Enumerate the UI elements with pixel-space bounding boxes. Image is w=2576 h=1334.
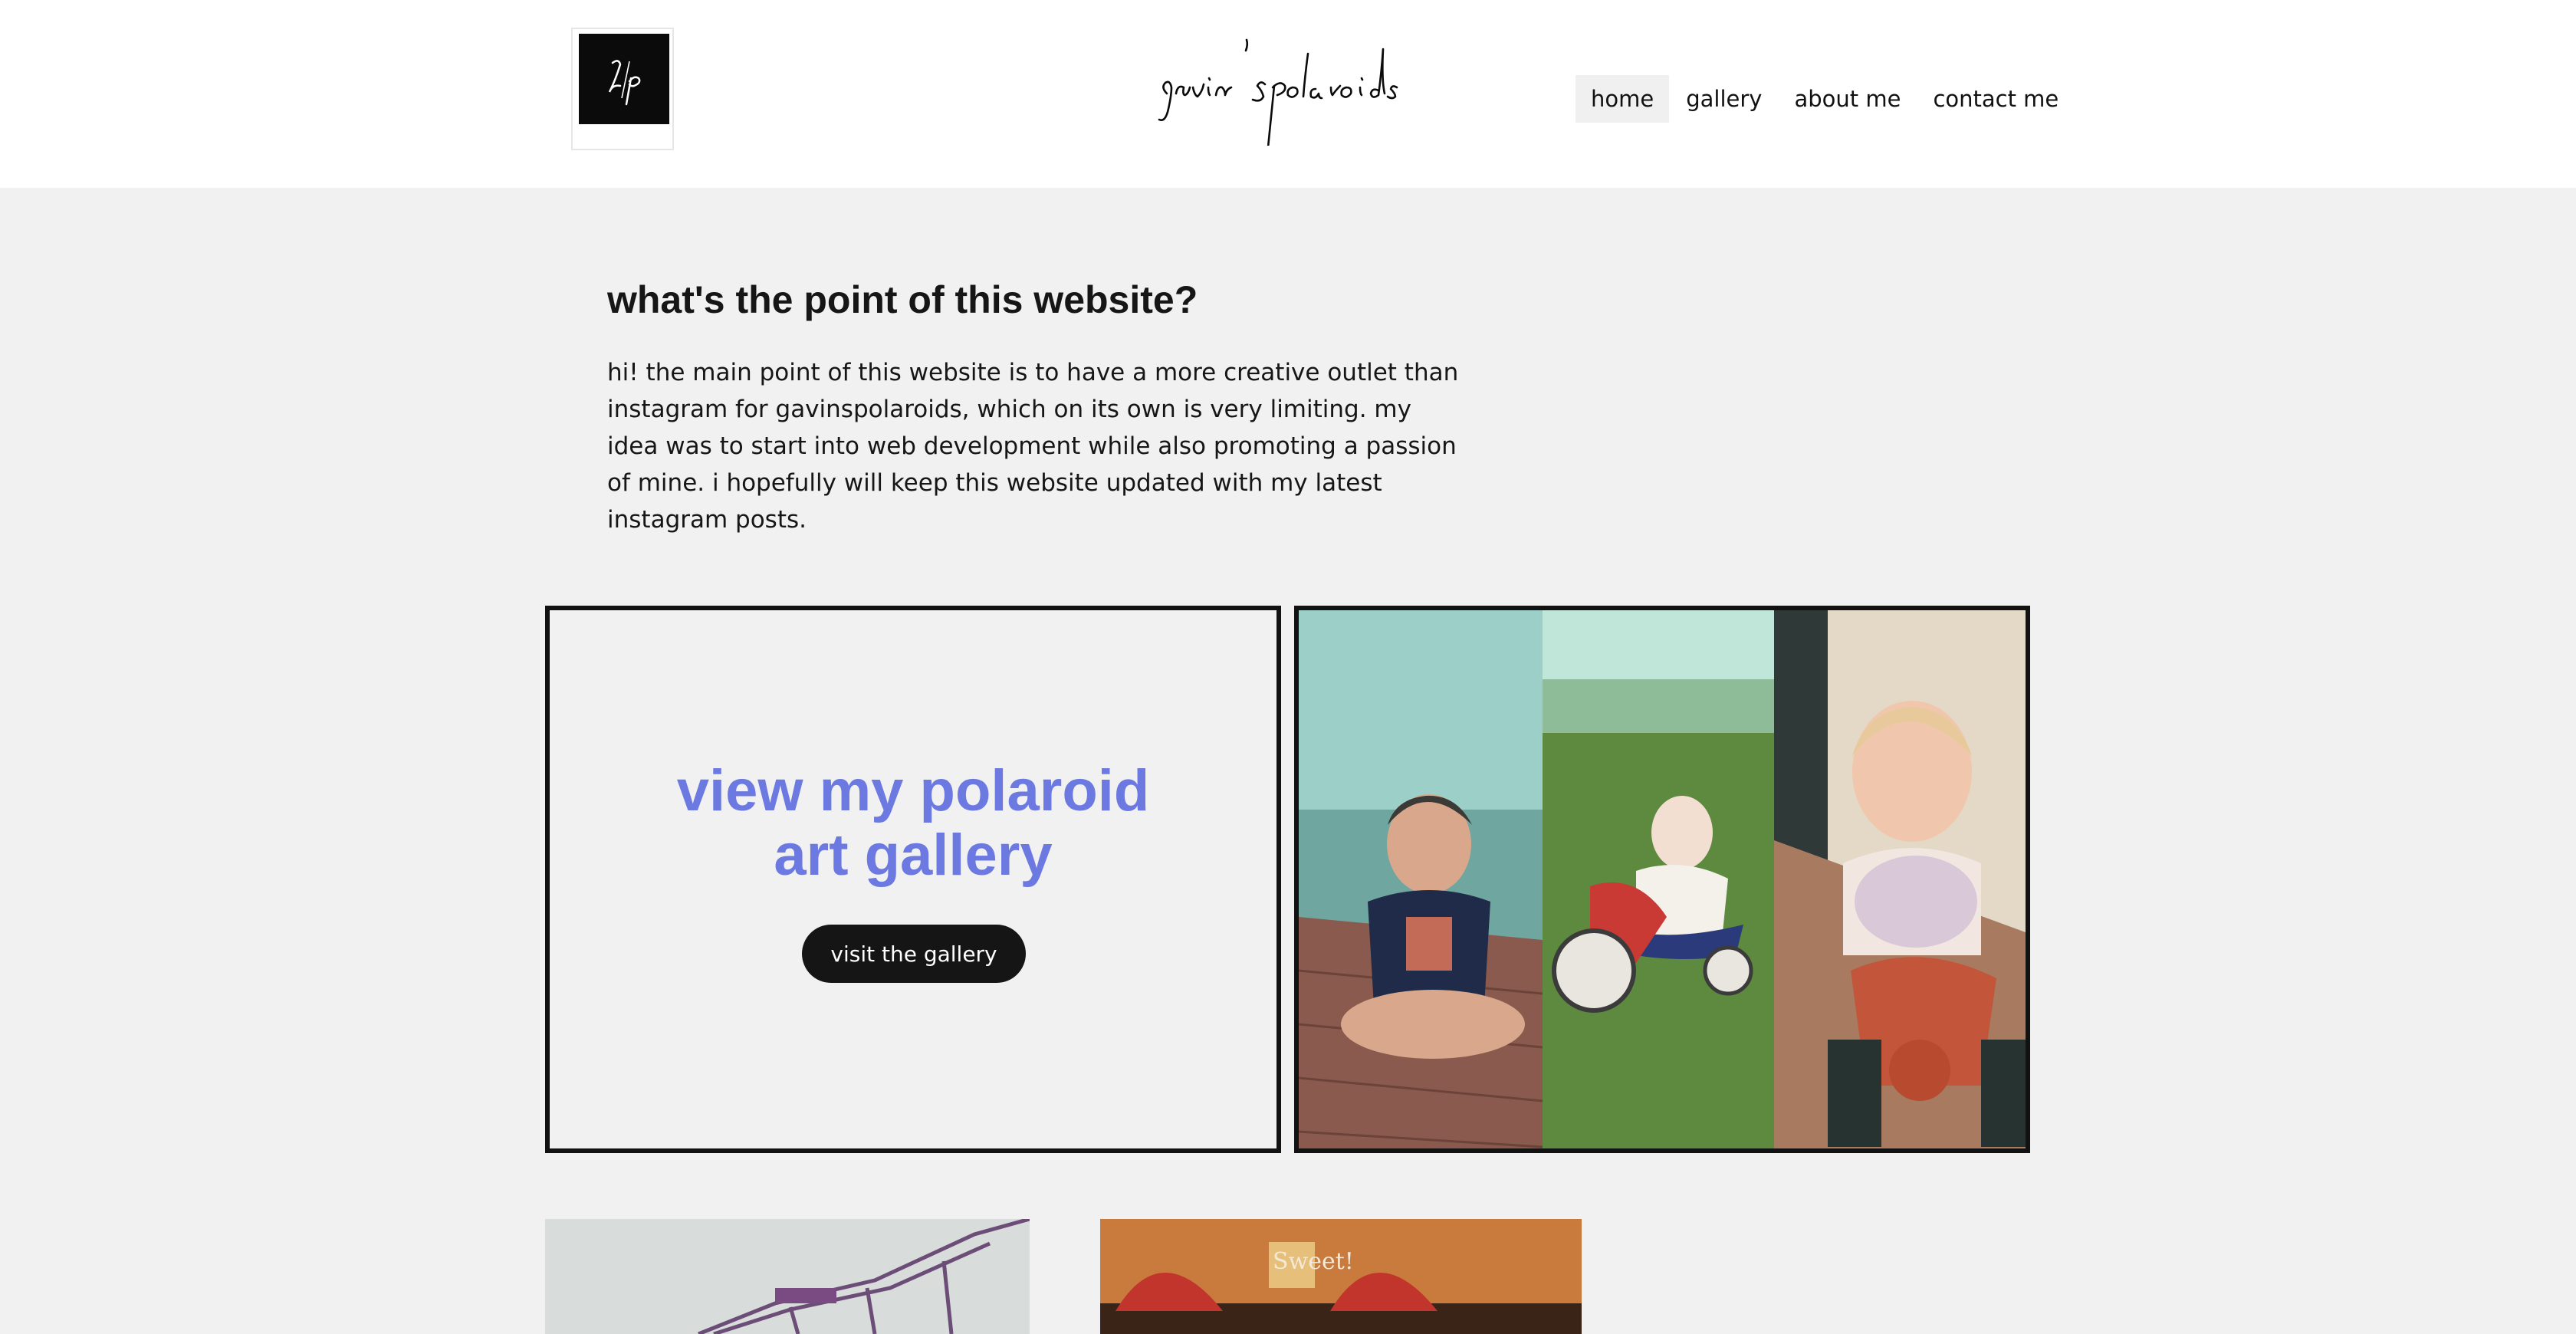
photo-boy-on-deck <box>1299 610 1543 1148</box>
polaroid-photo-collage <box>1294 606 2030 1153</box>
gallery-cta-heading-line1: view my polaroid <box>676 758 1150 823</box>
teaser-photo-storefront[interactable]: Sweet! <box>1100 1219 1582 1334</box>
photo-toddler-on-ride-on <box>1774 610 2026 1148</box>
site-logo[interactable] <box>571 28 674 150</box>
gallery-cta-heading: view my polaroid art gallery <box>550 759 1276 888</box>
intro-title: what's the point of this website? <box>607 278 1198 321</box>
main-nav: home gallery about me contact me <box>1576 75 2075 123</box>
gallery-cta-heading-line2: art gallery <box>774 823 1053 888</box>
brand-wordmark[interactable] <box>1150 23 1411 164</box>
teaser-photo-rollercoaster[interactable] <box>545 1219 1030 1334</box>
visit-gallery-button[interactable]: visit the gallery <box>802 925 1026 983</box>
nav-contact-me[interactable]: contact me <box>1917 75 2074 123</box>
nav-home[interactable]: home <box>1576 75 1670 123</box>
gallery-cta-panel: view my polaroid art gallery visit the g… <box>545 606 1281 1153</box>
nav-gallery[interactable]: gallery <box>1671 75 1777 123</box>
nav-about-me[interactable]: about me <box>1779 75 1916 123</box>
site-header: home gallery about me contact me <box>0 0 2576 188</box>
storefront-sign-text: Sweet! <box>1273 1248 1354 1275</box>
intro-body: hi! the main point of this website is to… <box>607 359 1459 534</box>
logo-monogram-tile <box>579 34 669 124</box>
photo-baby-on-tricycle <box>1543 610 1774 1148</box>
